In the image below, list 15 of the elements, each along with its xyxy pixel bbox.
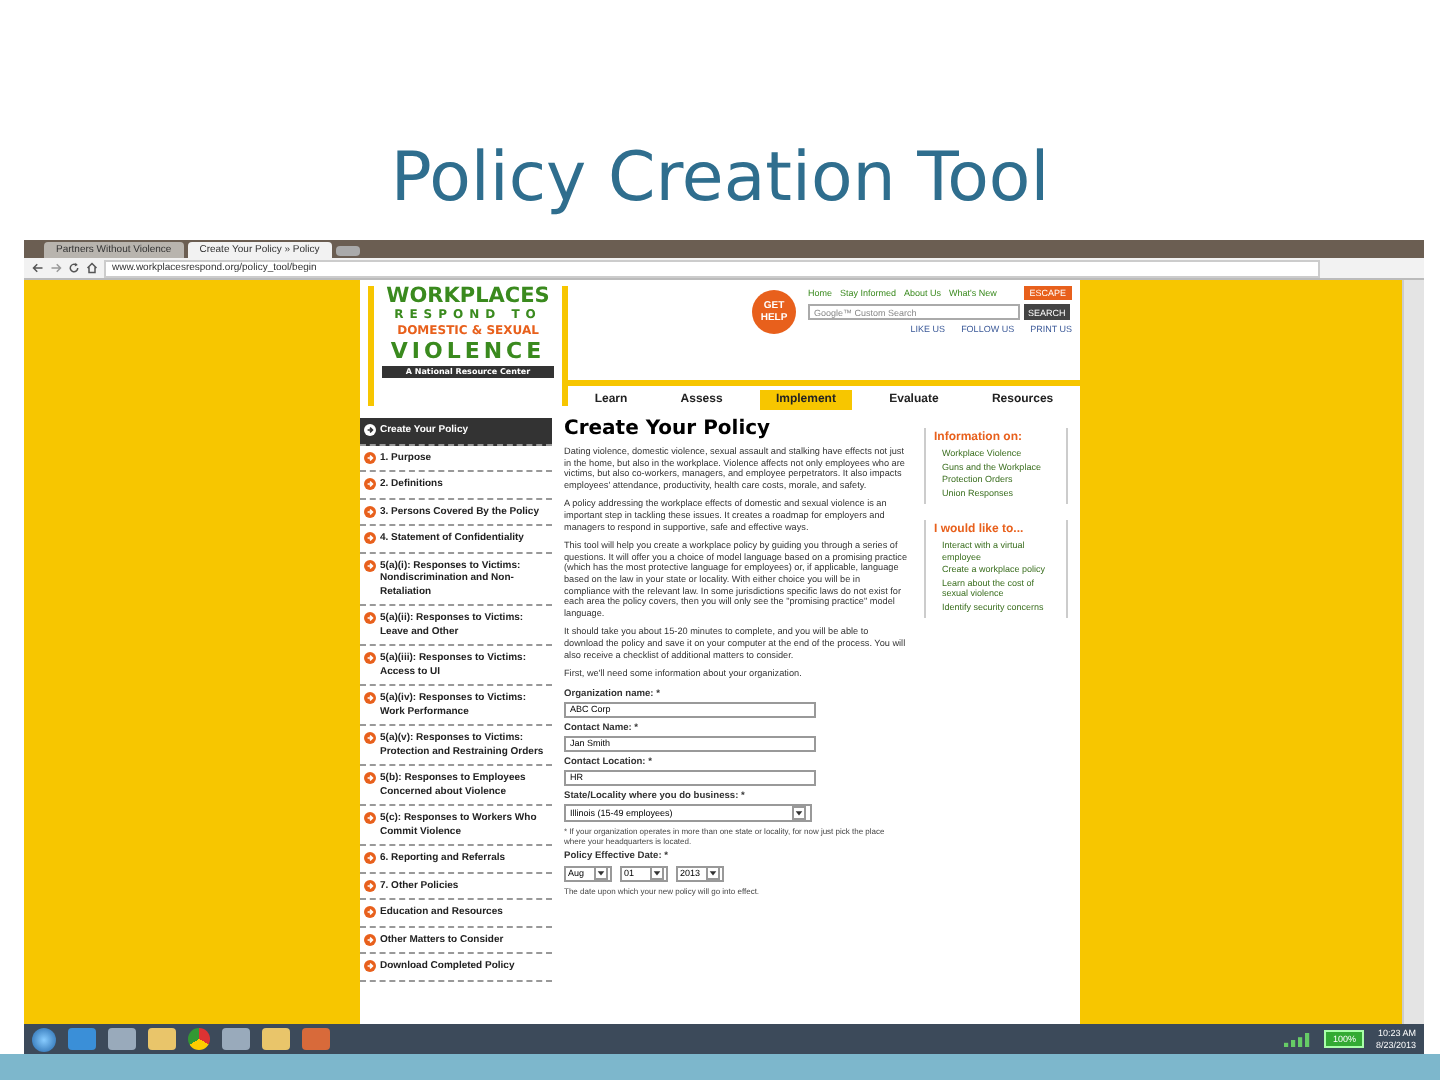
dropdown-arrow-icon <box>706 866 720 881</box>
dropdown-arrow-icon <box>650 866 664 881</box>
signal-icon[interactable] <box>1284 1031 1313 1047</box>
back-icon[interactable] <box>32 262 44 274</box>
dropdown-arrow-icon <box>594 866 608 881</box>
page-heading: Create Your Policy <box>564 418 773 440</box>
slide-title: Policy Creation Tool <box>388 136 1052 222</box>
start-button[interactable] <box>32 1027 56 1051</box>
home-icon[interactable] <box>86 262 98 274</box>
scrollbar[interactable] <box>1402 280 1424 1024</box>
dropdown-arrow-icon <box>792 805 806 820</box>
forward-icon[interactable] <box>50 262 62 274</box>
arrow-icon <box>364 424 376 436</box>
new-tab-button[interactable] <box>335 246 360 256</box>
reload-icon[interactable] <box>68 262 80 274</box>
